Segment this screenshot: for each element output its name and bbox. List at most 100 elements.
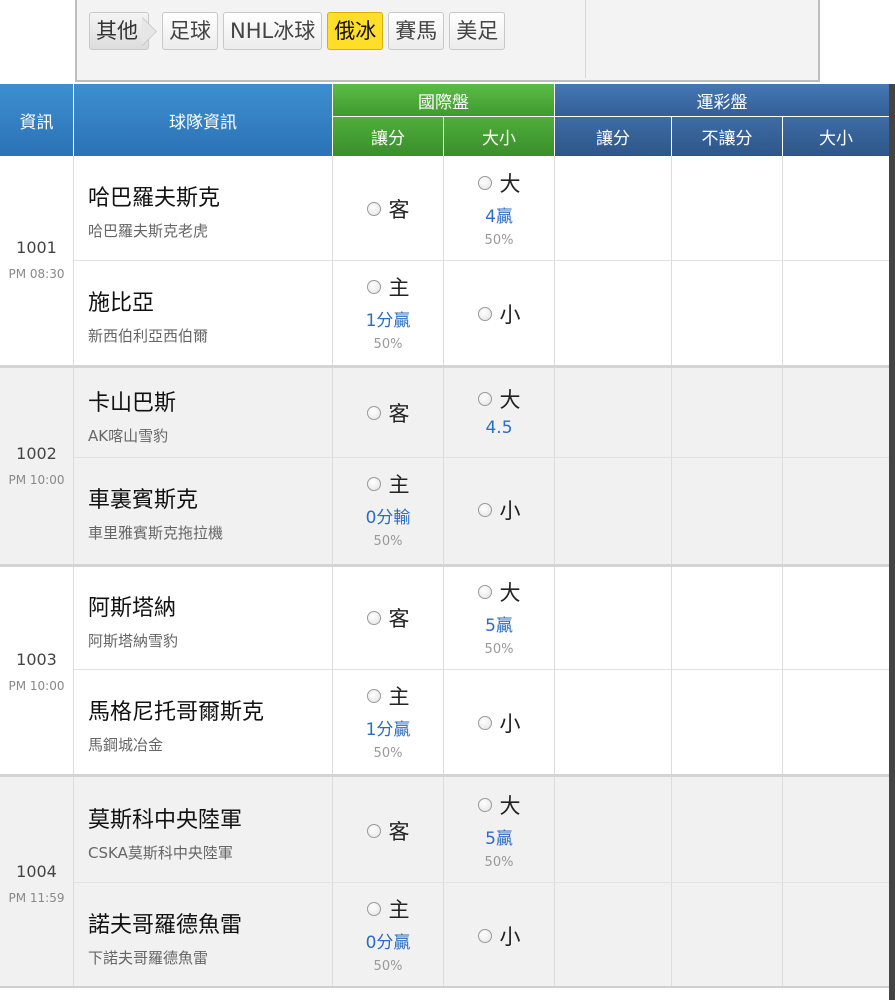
header-team-info: 球隊資訊	[74, 84, 332, 156]
bet-label: 大	[499, 388, 521, 412]
row-separator	[74, 882, 889, 883]
bet-under[interactable]: 小	[444, 299, 554, 329]
team-name: 車裏賓斯克	[88, 488, 199, 513]
team-full-name: 車里雅賓斯克拖拉機	[88, 524, 224, 542]
game-id: 1002	[16, 444, 57, 463]
bet-label: 小	[499, 499, 521, 523]
tab-american-football[interactable]: 美足	[449, 12, 506, 50]
bet-over[interactable]: 大 4.5	[444, 384, 554, 438]
tab-nhl[interactable]: NHL冰球	[223, 12, 323, 50]
radio-icon[interactable]	[477, 585, 492, 599]
game-time: PM 11:59	[8, 891, 65, 905]
sport-tabs: 其他 足球 NHL冰球 俄冰 賽馬 美足	[89, 12, 506, 50]
bet-label: 大	[499, 581, 521, 605]
game-info-1004: 1004 PM 11:59	[0, 862, 73, 905]
team-name: 諾夫哥羅德魚雷	[88, 913, 243, 938]
team-away: 阿斯塔納 阿斯塔納雪豹	[88, 590, 178, 651]
bet-away-spread[interactable]: 客	[333, 194, 443, 224]
row-separator	[74, 457, 889, 458]
bet-label: 主	[388, 685, 410, 709]
radio-icon[interactable]	[477, 307, 492, 321]
radio-icon[interactable]	[477, 929, 492, 943]
game-id: 1003	[16, 650, 57, 669]
panel-divider	[585, 0, 586, 78]
bet-home-spread[interactable]: 主 0分輸 50%	[333, 469, 443, 549]
sport-filter-panel: 其他 足球 NHL冰球 俄冰 賽馬 美足	[75, 0, 820, 82]
bet-label: 小	[499, 303, 521, 327]
header-info-label: 資訊	[19, 112, 54, 133]
bet-percentage: 50%	[484, 855, 514, 870]
tab-khl[interactable]: 俄冰	[327, 12, 384, 50]
game-info-1002: 1002 PM 10:00	[0, 444, 73, 487]
bet-over[interactable]: 大 5贏 50%	[444, 577, 554, 657]
radio-icon[interactable]	[366, 902, 381, 916]
team-name: 哈巴羅夫斯克	[88, 186, 221, 211]
bet-line-value: 5贏	[485, 616, 513, 636]
group-separator	[0, 564, 889, 567]
bet-label: 大	[499, 794, 521, 818]
bet-percentage: 50%	[373, 959, 403, 974]
team-away: 卡山巴斯 AK喀山雪豹	[88, 385, 176, 446]
team-away: 莫斯科中央陸軍 CSKA莫斯科中央陸軍	[88, 802, 242, 863]
table-bottom-line	[0, 986, 889, 988]
header-info: 資訊	[0, 84, 73, 156]
bet-over[interactable]: 大 4贏 50%	[444, 168, 554, 248]
bet-label: 客	[388, 402, 410, 426]
radio-icon[interactable]	[366, 824, 381, 838]
bet-under[interactable]: 小	[444, 495, 554, 525]
row-separator	[74, 260, 889, 261]
radio-icon[interactable]	[477, 176, 492, 190]
team-home: 馬格尼托哥爾斯克 馬鋼城冶金	[88, 694, 264, 755]
bet-label: 主	[388, 898, 410, 922]
radio-icon[interactable]	[366, 280, 381, 294]
bet-label: 主	[388, 276, 410, 300]
team-full-name: 新西伯利亞西伯爾	[88, 327, 209, 345]
team-name: 莫斯科中央陸軍	[88, 808, 243, 833]
team-full-name: 阿斯塔納雪豹	[88, 632, 179, 650]
game-info-1003: 1003 PM 10:00	[0, 650, 73, 693]
bet-line-value: 1分贏	[365, 720, 411, 740]
team-name: 阿斯塔納	[88, 596, 177, 621]
team-away: 哈巴羅夫斯克 哈巴羅夫斯克老虎	[88, 180, 220, 241]
game-id: 1004	[16, 862, 57, 881]
bet-home-spread[interactable]: 主 1分贏 50%	[333, 681, 443, 761]
team-full-name: CSKA莫斯科中央陸軍	[88, 844, 233, 862]
header-sport-total: 大小	[783, 117, 889, 156]
radio-icon[interactable]	[477, 798, 492, 812]
radio-icon[interactable]	[366, 477, 381, 491]
radio-icon[interactable]	[366, 202, 381, 216]
radio-icon[interactable]	[477, 716, 492, 730]
bet-home-spread[interactable]: 主 1分贏 50%	[333, 272, 443, 352]
bet-label: 大	[499, 172, 521, 196]
radio-icon[interactable]	[366, 406, 381, 420]
grid-line	[671, 156, 672, 986]
bet-away-spread[interactable]: 客	[333, 398, 443, 428]
group-separator	[0, 365, 889, 368]
group-separator	[0, 774, 889, 777]
scrollbar-edge[interactable]	[889, 84, 895, 1000]
header-sport-spread: 讓分	[555, 117, 671, 156]
radio-icon[interactable]	[477, 503, 492, 517]
bet-under[interactable]: 小	[444, 708, 554, 738]
bet-away-spread[interactable]: 客	[333, 816, 443, 846]
bet-away-spread[interactable]: 客	[333, 603, 443, 633]
radio-icon[interactable]	[477, 392, 492, 406]
radio-icon[interactable]	[366, 611, 381, 625]
header-team-info-label: 球隊資訊	[169, 112, 237, 133]
tab-other[interactable]: 其他	[89, 12, 149, 50]
bet-under[interactable]: 小	[444, 921, 554, 951]
game-info-1001: 1001 PM 08:30	[0, 238, 73, 281]
bet-label: 客	[388, 607, 410, 631]
team-home: 施比亞 新西伯利亞西伯爾	[88, 285, 208, 346]
radio-icon[interactable]	[366, 689, 381, 703]
bet-label: 主	[388, 473, 410, 497]
team-full-name: 馬鋼城冶金	[88, 736, 164, 754]
bet-home-spread[interactable]: 主 0分贏 50%	[333, 894, 443, 974]
header-intl: 國際盤 讓分 大小	[333, 84, 554, 156]
grid-line	[554, 156, 555, 986]
tab-horse-racing[interactable]: 賽馬	[388, 12, 445, 50]
tab-football[interactable]: 足球	[162, 12, 218, 50]
bet-over[interactable]: 大 5贏 50%	[444, 790, 554, 870]
bet-label: 小	[499, 712, 521, 736]
game-time: PM 10:00	[8, 473, 65, 487]
